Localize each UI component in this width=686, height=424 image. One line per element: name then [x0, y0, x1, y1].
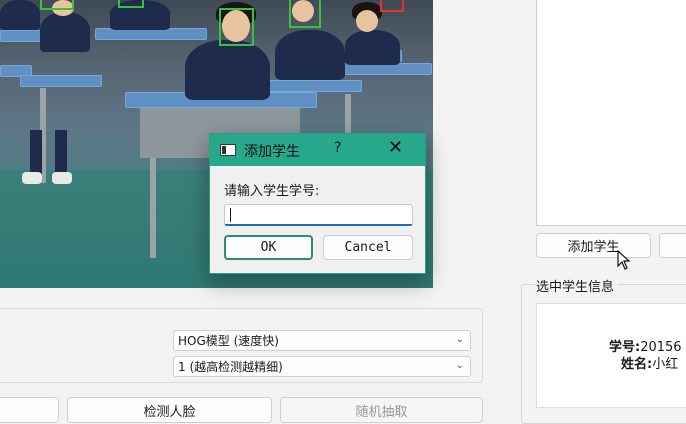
model-select[interactable]: HOG模型 (速度快) ⌄ [173, 330, 471, 351]
student-name-line: 姓名:小红 [621, 353, 678, 372]
previous-action-button[interactable] [0, 397, 59, 423]
text-caret [230, 208, 231, 222]
student-name-label: 姓名: [621, 357, 653, 372]
ok-button[interactable]: OK [224, 235, 313, 260]
cancel-button[interactable]: Cancel [323, 235, 413, 260]
photo-student-face [356, 10, 378, 32]
student-name-value: 小红 [652, 357, 679, 372]
photo-student-leg [55, 130, 67, 175]
photo-desk [260, 80, 362, 92]
dialog-prompt: 请输入学生学号: [224, 184, 320, 199]
photo-student-leg [30, 130, 42, 175]
face-detection-box [219, 8, 254, 46]
dialog-title: 添加学生 [244, 144, 300, 160]
student-list[interactable] [536, 0, 686, 226]
detection-level-select[interactable]: 1 (越高检测越精细) ⌄ [173, 356, 471, 377]
dialog-title-bar[interactable]: 添加学生 ? ✕ [210, 134, 425, 166]
add-student-dialog: 添加学生 ? ✕ 请输入学生学号: OK Cancel [209, 133, 426, 274]
photo-student [275, 30, 345, 80]
mouse-cursor-icon [617, 250, 631, 270]
chevron-down-icon: ⌄ [455, 334, 464, 345]
selected-student-info: 学号:20156 姓名:小红 [536, 303, 686, 408]
remove-student-button[interactable] [659, 233, 686, 258]
model-select-value: HOG模型 (速度快) [178, 334, 279, 348]
add-student-button-label: 添加学生 [567, 240, 620, 255]
cancel-button-label: Cancel [344, 240, 392, 255]
face-detection-box [118, 0, 144, 8]
detect-faces-button[interactable]: 检测人脸 [67, 397, 272, 423]
window-icon [220, 144, 236, 156]
random-pick-button[interactable]: 随机抽取 [280, 397, 483, 423]
face-detection-box [289, 0, 321, 28]
student-id-input[interactable] [224, 204, 413, 226]
face-detection-box [40, 0, 74, 10]
photo-desk [20, 75, 102, 87]
face-detection-box-alert [380, 0, 404, 12]
chevron-down-icon: ⌄ [455, 360, 464, 371]
photo-desk-leg [150, 158, 156, 258]
photo-student-shoe [52, 172, 72, 184]
photo-student [40, 12, 90, 52]
photo-student [345, 30, 400, 65]
ok-button-label: OK [260, 240, 277, 255]
photo-desk-leg [345, 94, 351, 134]
photo-student [0, 0, 40, 30]
selected-student-group-title: 选中学生信息 [536, 276, 619, 295]
close-icon[interactable]: ✕ [388, 137, 403, 158]
photo-student-shoe [22, 172, 42, 184]
help-icon[interactable]: ? [334, 140, 341, 156]
photo-student [185, 40, 270, 100]
detection-level-select-value: 1 (越高检测越精细) [178, 360, 283, 374]
add-student-button[interactable]: 添加学生 [536, 233, 651, 258]
